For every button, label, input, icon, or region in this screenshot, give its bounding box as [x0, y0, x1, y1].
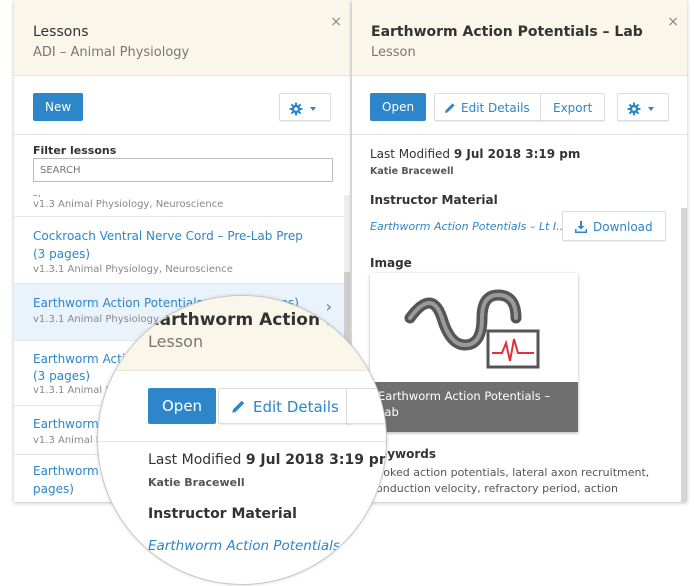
- lesson-image[interactable]: Earthworm Action Potentials – Lab: [370, 273, 578, 432]
- chevron-down-icon: [648, 106, 654, 111]
- magnified-open-button[interactable]: Open: [148, 388, 217, 424]
- magnifier-header: [98, 296, 386, 371]
- new-button[interactable]: New: [33, 93, 84, 121]
- lessons-toolbar: New: [14, 76, 350, 135]
- magnified-last-modified: Last Modified 9 Jul 2018 3:19 pm: [148, 452, 386, 468]
- detail-toolbar: Open Edit Details Export: [352, 76, 687, 135]
- pencil-icon: [445, 103, 455, 113]
- instructor-material-link[interactable]: Earthworm Action Potentials – Lt I...: [370, 220, 567, 233]
- pencil-icon: [232, 400, 245, 413]
- search-input[interactable]: [33, 158, 333, 182]
- close-icon[interactable]: ×: [330, 14, 342, 30]
- gear-icon: [627, 102, 654, 115]
- download-button[interactable]: Download: [562, 211, 666, 241]
- magnified-author: Katie Bracewell: [148, 476, 245, 489]
- lessons-subtitle: ADI – Animal Physiology: [33, 45, 190, 60]
- download-icon: [575, 221, 587, 233]
- image-caption: Earthworm Action Potentials – Lab: [370, 382, 578, 432]
- image-heading: Image: [370, 256, 412, 270]
- scrollbar-thumb[interactable]: [681, 208, 687, 502]
- instructor-material-heading: Instructor Material: [370, 193, 498, 207]
- magnified-edit-details-button[interactable]: Edit Details: [218, 388, 352, 424]
- keywords-text: evoked action potentials, lateral axon r…: [370, 466, 650, 495]
- last-modified: Last Modified 9 Jul 2018 3:19 pm: [370, 147, 581, 161]
- detail-subtitle: Lesson: [371, 45, 416, 60]
- settings-dropdown-button[interactable]: [279, 93, 331, 121]
- settings-dropdown-button[interactable]: [617, 93, 669, 121]
- detail-title: Earthworm Action Potentials – Lab: [371, 24, 643, 40]
- magnified-instructor-heading: Instructor Material: [148, 506, 297, 522]
- export-button[interactable]: Export: [540, 93, 606, 121]
- list-item[interactable]: s) v1.3 Animal Physiology, Neuroscience: [14, 195, 344, 217]
- filter-label: Filter lessons: [33, 144, 117, 157]
- magnified-subtitle: Lesson: [148, 332, 204, 351]
- close-icon[interactable]: ×: [667, 14, 679, 30]
- lesson-detail-panel: Earthworm Action Potentials – Lab Lesson…: [352, 0, 687, 502]
- author-name: Katie Bracewell: [370, 166, 454, 177]
- magnified-export-button[interactable]: [346, 388, 386, 424]
- earthworm-icon: [404, 289, 540, 369]
- open-button[interactable]: Open: [370, 93, 427, 121]
- edit-details-button[interactable]: Edit Details: [434, 93, 543, 121]
- list-item[interactable]: Cockroach Ventral Nerve Cord – Pre-Lab P…: [14, 217, 344, 284]
- chevron-down-icon: [310, 106, 316, 111]
- magnified-title: Earthworm Action I: [148, 310, 333, 330]
- magnifier-lens: Earthworm Action I Lesson Open Edit Deta…: [98, 296, 386, 584]
- lessons-title: Lessons: [33, 24, 89, 40]
- magnified-instructor-link[interactable]: Earthworm Action Potentials: [148, 538, 340, 554]
- lessons-header: Lessons ADI – Animal Physiology ×: [14, 0, 350, 76]
- gear-icon: [289, 102, 316, 115]
- detail-header: Earthworm Action Potentials – Lab Lesson…: [352, 0, 687, 76]
